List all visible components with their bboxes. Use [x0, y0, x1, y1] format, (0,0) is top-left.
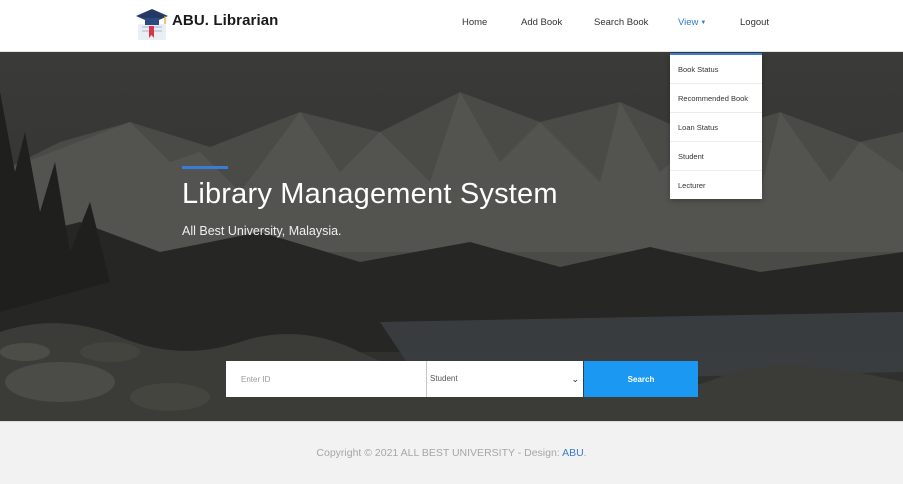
copyright-text: Copyright © 2021 ALL BEST UNIVERSITY - D… — [316, 447, 563, 459]
nav-logout-link[interactable]: Logout — [740, 17, 769, 28]
hero-accent-rule — [182, 166, 228, 169]
nav-view-dropdown-toggle[interactable]: View ▼ — [678, 17, 706, 28]
role-select-value: Student — [430, 374, 458, 383]
dropdown-item-student[interactable]: Student — [670, 142, 762, 171]
dropdown-item-recommended-book[interactable]: Recommended Book — [670, 84, 762, 113]
dropdown-item-book-status[interactable]: Book Status — [670, 55, 762, 84]
dropdown-item-lecturer[interactable]: Lecturer — [670, 171, 762, 200]
main-nav: Home Add Book Search Book View ▼ Logout — [0, 17, 903, 31]
top-navbar: ABU. Librarian Home Add Book Search Book… — [0, 0, 903, 52]
caret-down-icon: ▼ — [700, 20, 707, 26]
nav-search-book-link[interactable]: Search Book — [594, 17, 648, 28]
nav-home-link[interactable]: Home — [462, 17, 487, 28]
search-button[interactable]: Search — [584, 361, 698, 397]
footer-abu-link[interactable]: ABU — [562, 447, 584, 459]
hero-section: Library Management System All Best Unive… — [0, 52, 903, 421]
chevron-down-icon: ⌄ — [571, 374, 579, 384]
search-form: Student ⌄ Search — [226, 361, 698, 397]
footer-copyright: Copyright © 2021 ALL BEST UNIVERSITY - D… — [0, 447, 903, 459]
id-input[interactable] — [226, 361, 426, 397]
view-dropdown-menu: Book Status Recommended Book Loan Status… — [670, 53, 762, 199]
role-select[interactable]: Student ⌄ — [426, 361, 583, 397]
nav-add-book-link[interactable]: Add Book — [521, 17, 562, 28]
nav-view-label: View — [678, 17, 699, 28]
dropdown-item-loan-status[interactable]: Loan Status — [670, 113, 762, 142]
footer: Copyright © 2021 ALL BEST UNIVERSITY - D… — [0, 421, 903, 484]
hero-title: Library Management System — [182, 178, 558, 210]
copyright-suffix: . — [583, 447, 587, 459]
hero-subtitle: All Best University, Malaysia. — [182, 224, 342, 238]
